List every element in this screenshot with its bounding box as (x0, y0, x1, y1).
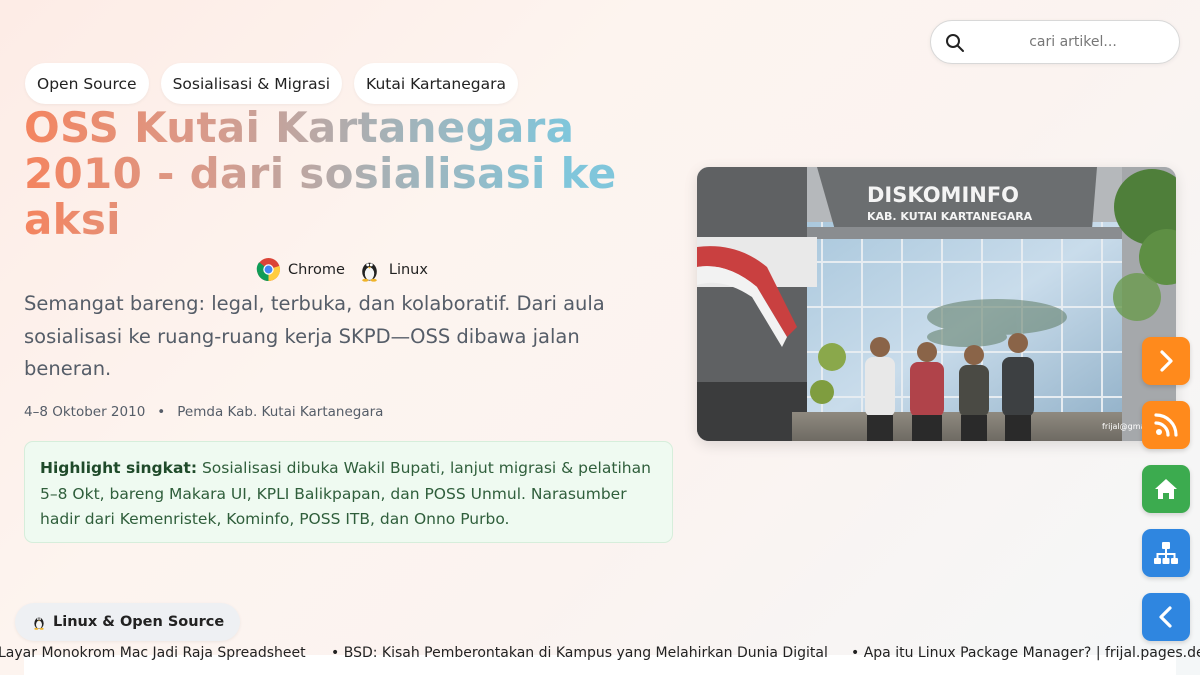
ticker-bullet: • (851, 645, 860, 661)
category-pill-label: Linux & Open Source (53, 614, 225, 630)
home-icon (1155, 479, 1177, 499)
subtitle: Semangat bareng: legal, terbuka, dan kol… (24, 292, 605, 380)
ticker-item[interactable]: • Apa itu Linux Package Manager? | frija… (851, 645, 1200, 661)
search-icon (946, 34, 964, 52)
article-photo: DISKOMINFO KAB. KUTAI KARTANEGARA frijal… (697, 167, 1176, 441)
page-title: OSS Kutai Kartanegara 2010 - dari sosial… (24, 105, 664, 243)
next-button[interactable] (1142, 337, 1190, 385)
news-ticker: Layar Monokrom Mac Jadi Raja Spreadsheet… (0, 645, 1200, 665)
chrome-icon (256, 258, 281, 281)
search-box[interactable] (930, 20, 1180, 64)
tag-open-source[interactable]: Open Source (25, 63, 149, 104)
chevron-left-icon (1159, 606, 1172, 628)
prev-button[interactable] (1142, 593, 1190, 641)
highlight-label: Highlight singkat: (40, 459, 198, 477)
meta-separator: • (157, 404, 166, 420)
event-date: 4–8 Oktober 2010 (24, 404, 146, 420)
tag-sosialisasi-migrasi[interactable]: Sosialisasi & Migrasi (160, 63, 343, 104)
photo-sign-subtitle: KAB. KUTAI KARTANEGARA (867, 210, 1033, 223)
home-button[interactable] (1142, 465, 1190, 513)
badge-linux-label: Linux (388, 261, 428, 278)
ticker-item-title: Apa itu Linux Package Manager? | frijal.… (863, 645, 1200, 661)
ticker-bullet: • (331, 645, 340, 661)
badge-chrome-label: Chrome (288, 261, 345, 278)
ticker-item[interactable]: Layar Monokrom Mac Jadi Raja Spreadsheet (0, 645, 306, 661)
article-meta: 4–8 Oktober 2010 • Pemda Kab. Kutai Kart… (24, 404, 383, 420)
tux-icon (34, 617, 44, 630)
highlight-box: Highlight singkat: Sosialisasi dibuka Wa… (24, 441, 673, 543)
tux-icon (362, 262, 377, 282)
ticker-item[interactable]: • BSD: Kisah Pemberontakan di Kampus yan… (331, 645, 828, 661)
tag-kutai-kartanegara[interactable]: Kutai Kartanegara (354, 63, 518, 104)
chevron-right-icon (1160, 350, 1173, 372)
platform-badges: Chrome Linux (256, 257, 428, 282)
badge-chrome: Chrome (256, 257, 345, 282)
tag-list: Open Source Sosialisasi & Migrasi Kutai … (25, 63, 518, 104)
photo-sign-title: DISKOMINFO (867, 183, 1019, 207)
ticker-item-title: BSD: Kisah Pemberontakan di Kampus yang … (343, 645, 828, 661)
category-pill[interactable]: Linux & Open Source (15, 603, 241, 641)
rss-button[interactable] (1142, 401, 1190, 449)
rss-icon (1154, 413, 1178, 437)
badge-linux: Linux (357, 257, 428, 282)
search-input[interactable] (975, 29, 1171, 55)
sitemap-button[interactable] (1142, 529, 1190, 577)
sitemap-icon (1154, 542, 1178, 564)
ticker-item-title: Layar Monokrom Mac Jadi Raja Spreadsheet (0, 645, 306, 661)
event-place: Pemda Kab. Kutai Kartanegara (177, 404, 384, 420)
